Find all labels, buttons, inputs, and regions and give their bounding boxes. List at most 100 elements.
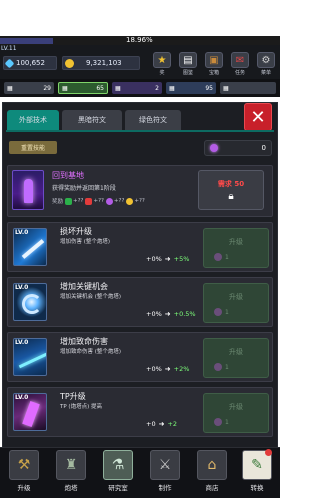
rebirth-portrait-icon — [12, 170, 44, 210]
crystal-icon — [210, 144, 218, 152]
reward-icon — [85, 197, 93, 205]
upgrade-icon: ⚒ — [9, 450, 39, 480]
diamond-value: 100,652 — [16, 59, 45, 67]
notification-badge — [265, 449, 272, 456]
upgrade-label: 升级 — [229, 403, 243, 411]
rebirth-title: 回到基地 — [52, 171, 84, 180]
upgrade-button[interactable]: 升级 1 — [203, 393, 269, 433]
book-label: 图鉴 — [182, 70, 193, 76]
rebirth-button[interactable]: 需求 50 🔒︎ — [198, 170, 264, 210]
trophy-button[interactable]: ★ 奖 — [152, 52, 172, 76]
rebirth-reward-row: 奖励 +?? +?? +?? +?? — [52, 197, 145, 205]
skill-progress: +0% ➜ +2% — [146, 365, 189, 373]
resource-chip: ▦ — [220, 82, 276, 94]
skill-description: 增加致命伤害 (整个炮塔) — [60, 349, 122, 355]
skill-next-value: +5% — [173, 255, 190, 263]
skill-current-value: +0% — [146, 310, 162, 318]
reward-value: +?? — [113, 198, 125, 204]
upgrade-button[interactable]: 升级 1 — [203, 283, 269, 323]
upgrade-label: 升级 — [229, 238, 243, 246]
xp-percent: 18.96% — [126, 36, 153, 44]
upgrade-cost: 1 — [214, 418, 229, 426]
bottom-nav — [0, 447, 280, 498]
sword-icon: LV.0 — [13, 228, 47, 266]
tab-green-runes[interactable]: 绿色符文 — [125, 110, 181, 130]
cost-value: 1 — [225, 363, 229, 371]
chip-value: 2 — [155, 84, 159, 92]
chip-value: 65 — [96, 84, 104, 92]
skill-title: TP升级 — [60, 392, 86, 401]
skill-level: LV.0 — [15, 284, 29, 291]
crystal-icon — [214, 418, 222, 426]
reward-value: +?? — [73, 198, 84, 204]
cost-value: 1 — [225, 418, 229, 426]
gold-counter: 9,321,103 — [62, 56, 140, 70]
nav-craft[interactable]: ⚔ 制作 — [148, 450, 182, 494]
skill-card: LV.0 增加关键机会 增加关键机会 (整个炮塔) +0% ➜ +0.5% 升级… — [7, 277, 273, 327]
chip-icon: ▦ — [62, 84, 68, 92]
gold-coin-icon — [65, 58, 74, 68]
chest-button[interactable]: ▣ 宝箱 — [204, 52, 224, 76]
arrow-right-icon: ➜ — [164, 255, 171, 263]
arrow-right-icon: ➜ — [164, 365, 171, 373]
chest-icon: ▣ — [205, 52, 223, 68]
book-button[interactable]: ▤ 图鉴 — [178, 52, 198, 76]
close-button[interactable]: ✕ — [244, 103, 272, 131]
lab-icon: ⚗ — [103, 450, 133, 480]
nav-upgrade[interactable]: ⚒ 升级 — [7, 450, 41, 494]
target-icon: LV.0 — [13, 283, 47, 321]
nav-label: 研究室 — [108, 484, 128, 492]
skill-progress: +0% ➜ +0.5% — [146, 310, 196, 318]
upgrade-button[interactable]: 升级 1 — [203, 228, 269, 268]
chip-value: 95 — [205, 84, 213, 92]
tab-external-tech[interactable]: 外部技术 — [7, 110, 59, 130]
skill-description: TP (炮塔点) 提高 — [60, 404, 102, 410]
craft-icon: ⚔ — [150, 450, 180, 480]
arrow-right-icon: ➜ — [158, 420, 165, 428]
arrow-right-icon: ➜ — [164, 310, 171, 318]
nav-label: 制作 — [158, 484, 172, 492]
reward-label: 奖励 — [52, 199, 64, 205]
cost-value: 1 — [225, 253, 229, 261]
skill-description: 增加关键机会 (整个炮塔) — [60, 294, 122, 300]
resource-chip: ▦ 95 — [166, 82, 216, 94]
rebirth-description: 获得奖励并返回第1阶段 — [52, 185, 116, 192]
chip-icon: ▦ — [169, 84, 175, 92]
diamond-icon — [4, 58, 15, 68]
skill-title: 损坏升级 — [60, 227, 92, 236]
shop-icon: ⌂ — [197, 450, 227, 480]
crystal-icon — [214, 253, 222, 261]
chip-value: 29 — [43, 84, 51, 92]
nav-lab[interactable]: ⚗ 研究室 — [101, 450, 135, 494]
gold-value: 9,321,103 — [86, 59, 122, 67]
task-button[interactable]: ✉ 任务 — [230, 52, 250, 76]
strike-icon: LV.0 — [13, 338, 47, 376]
upgrade-button[interactable]: 升级 1 — [203, 338, 269, 378]
reward-item: +?? — [105, 197, 125, 205]
tp-icon: LV.0 — [13, 393, 47, 431]
skill-title: 增加关键机会 — [60, 282, 108, 291]
nav-map[interactable]: ✎ 转换 — [240, 449, 274, 494]
reward-value: +?? — [93, 198, 104, 204]
skill-card: LV.0 TP升级 TP (炮塔点) 提高 +0 ➜ +2 升级 1 — [7, 387, 273, 437]
crystal-icon — [214, 308, 222, 316]
cost-value: 1 — [225, 308, 229, 316]
rebirth-requirement: 需求 50 — [217, 179, 245, 188]
reward-item: +?? — [85, 197, 104, 205]
chest-label: 宝箱 — [208, 70, 219, 76]
nav-turret[interactable]: ♜ 炮塔 — [54, 450, 88, 494]
reset-skills-button[interactable]: 重置技能 — [9, 141, 57, 154]
skill-progress: +0% ➜ +5% — [146, 255, 189, 263]
tab-dark-runes[interactable]: 黑暗符文 — [62, 110, 122, 130]
lock-icon: 🔒︎ — [228, 190, 234, 202]
upgrade-label: 升级 — [229, 293, 243, 301]
menu-label: 菜单 — [260, 70, 271, 76]
gear-icon: ⚙ — [257, 52, 275, 68]
skill-next-value: +0.5% — [173, 310, 196, 318]
skill-current-value: +0% — [146, 255, 162, 263]
menu-button[interactable]: ⚙ 菜单 — [256, 52, 276, 76]
upgrade-cost: 1 — [214, 308, 229, 316]
nav-shop[interactable]: ⌂ 商店 — [195, 450, 229, 494]
skill-progress: +0 ➜ +2 — [146, 420, 177, 428]
skill-description: 增加伤害 (整个炮塔) — [60, 239, 111, 245]
